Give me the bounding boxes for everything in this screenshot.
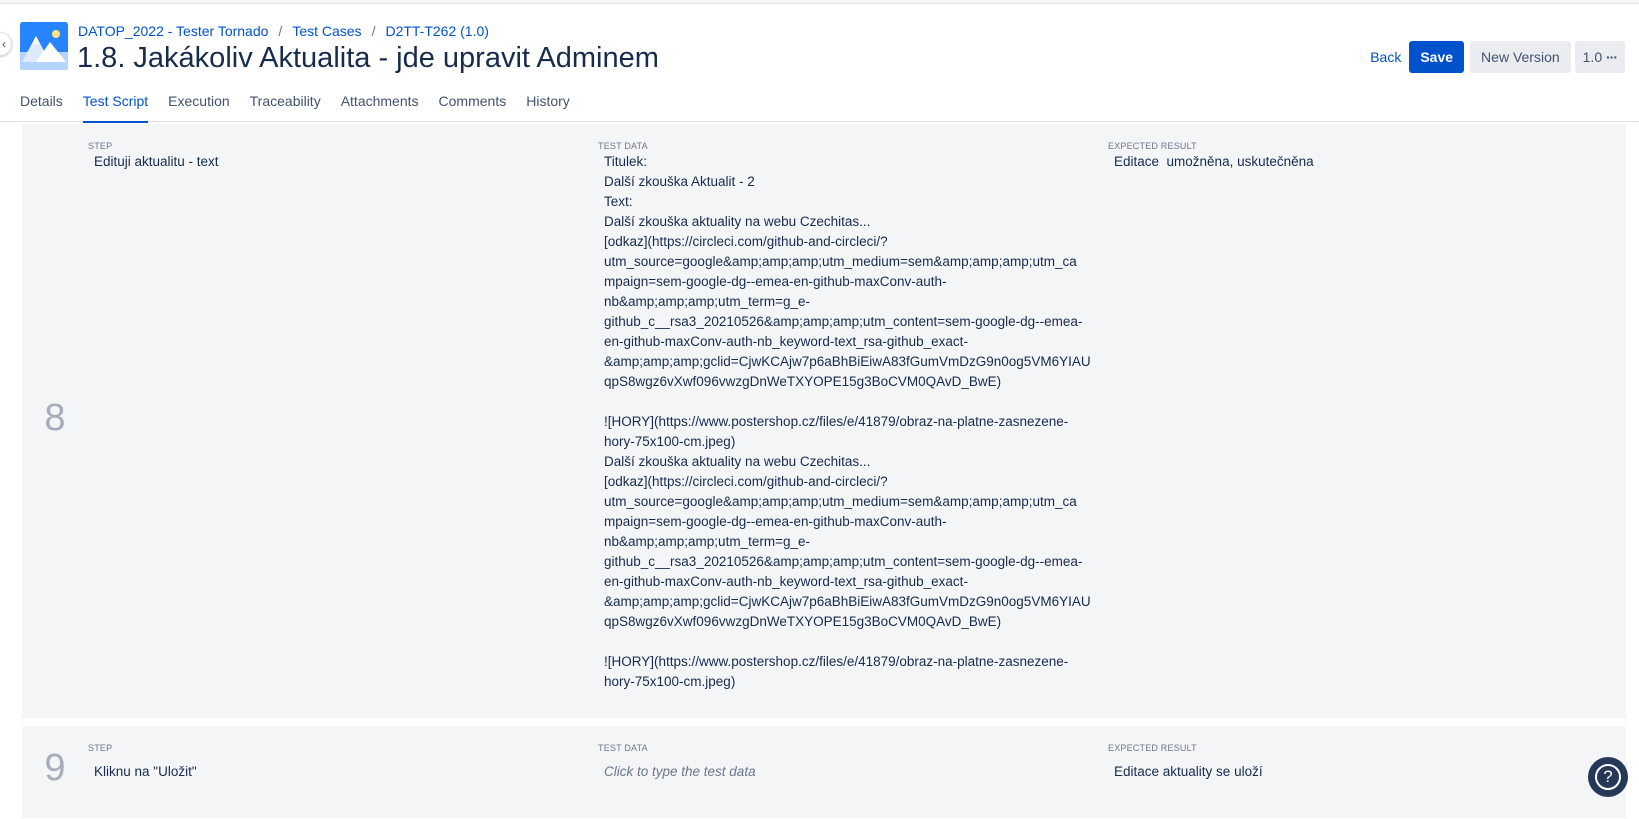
breadcrumb-separator: /: [278, 23, 283, 39]
breadcrumb-test-cases-link[interactable]: Test Cases: [292, 23, 361, 39]
tab-history[interactable]: History: [526, 84, 570, 122]
tab-details[interactable]: Details: [20, 84, 63, 122]
expected-result-field[interactable]: Editace umožněna, uskutečněna: [1114, 152, 1594, 172]
save-button[interactable]: Save: [1409, 41, 1465, 73]
step-number: 9: [44, 747, 66, 789]
mountain-logo-icon: [20, 22, 68, 70]
page-title: 1.8. Jakákoliv Aktualita - jde upravit A…: [77, 42, 659, 74]
tab-execution[interactable]: Execution: [168, 84, 229, 122]
help-icon: ?: [1595, 764, 1621, 790]
breadcrumb-test-case-key-link[interactable]: D2TT-T262 (1.0): [385, 23, 488, 39]
header-actions: Back Save New Version 1.0 ···: [1366, 41, 1625, 73]
project-logo[interactable]: [20, 22, 68, 70]
back-button[interactable]: Back: [1366, 41, 1405, 73]
test-data-column-label: TEST DATA: [598, 743, 648, 753]
test-data-column-label: TEST DATA: [598, 141, 648, 151]
tab-attachments[interactable]: Attachments: [341, 84, 419, 122]
expected-result-column-label: EXPECTED RESULT: [1108, 141, 1197, 151]
step-column-label: STEP: [88, 743, 113, 753]
tab-comments[interactable]: Comments: [439, 84, 507, 122]
step-number: 8: [44, 397, 66, 439]
more-icon: ···: [1606, 49, 1618, 65]
tab-bar: Details Test Script Execution Traceabili…: [0, 84, 1639, 123]
expected-result-field[interactable]: Editace aktuality se uloží: [1114, 762, 1594, 782]
tab-traceability[interactable]: Traceability: [250, 84, 321, 122]
step-description[interactable]: Edituji aktualitu - text: [94, 152, 574, 172]
step-row-8[interactable]: 8 STEP TEST DATA EXPECTED RESULT Edituji…: [22, 124, 1626, 718]
help-button[interactable]: ?: [1588, 757, 1628, 797]
step-column-label: STEP: [88, 141, 113, 151]
top-border: [0, 0, 1639, 4]
test-data-placeholder[interactable]: Click to type the test data: [604, 762, 1084, 782]
breadcrumb-project-link[interactable]: DATOP_2022 - Tester Tornado: [78, 23, 268, 39]
tab-test-script[interactable]: Test Script: [82, 84, 149, 123]
step-row-9[interactable]: 9 STEP TEST DATA EXPECTED RESULT Kliknu …: [22, 726, 1626, 818]
sidebar-collapse-button[interactable]: ‹: [0, 32, 12, 56]
expected-result-column-label: EXPECTED RESULT: [1108, 743, 1197, 753]
breadcrumb: DATOP_2022 - Tester Tornado / Test Cases…: [78, 23, 489, 39]
version-label: 1.0: [1582, 49, 1603, 65]
new-version-button[interactable]: New Version: [1470, 41, 1571, 73]
version-menu-button[interactable]: 1.0 ···: [1574, 41, 1625, 73]
breadcrumb-separator: /: [371, 23, 376, 39]
step-description[interactable]: Kliknu na "Uložit": [94, 762, 574, 782]
chevron-left-icon: ‹: [2, 37, 6, 51]
test-data-field[interactable]: Titulek: Další zkouška Aktualit - 2 Text…: [604, 152, 1104, 692]
